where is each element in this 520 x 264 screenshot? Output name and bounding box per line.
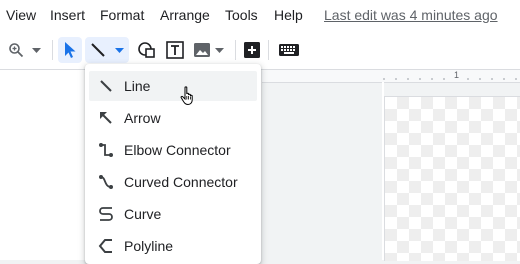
curve-icon <box>99 207 113 221</box>
menu-item-curved-connector[interactable]: Curved Connector <box>89 167 257 197</box>
add-comment-icon <box>244 42 260 58</box>
elbow-connector-icon <box>99 143 113 157</box>
select-icon <box>65 42 76 58</box>
menu-item-arrow[interactable]: Arrow <box>89 103 257 133</box>
menu-help[interactable]: Help <box>274 6 303 24</box>
toolbar-divider <box>52 40 53 60</box>
menu-view[interactable]: View <box>6 6 36 24</box>
menu-item-label: Arrow <box>124 110 161 126</box>
toolbar <box>0 30 520 70</box>
image-button[interactable] <box>190 37 230 63</box>
menu-arrange[interactable]: Arrange <box>160 6 210 24</box>
toolbar-divider <box>235 40 236 60</box>
text-box-icon <box>166 41 184 59</box>
slide-canvas[interactable] <box>384 96 520 261</box>
menu-tools[interactable]: Tools <box>225 6 258 24</box>
menu-item-line[interactable]: Line <box>89 71 257 101</box>
chevron-down-icon <box>215 48 224 53</box>
menu-item-label: Elbow Connector <box>124 142 231 158</box>
toolbar-divider <box>268 40 269 60</box>
hand-cursor-icon <box>180 86 193 106</box>
add-comment-button[interactable] <box>240 37 264 63</box>
chevron-down-icon <box>32 48 41 53</box>
menu-bar: View Insert Format Arrange Tools Help La… <box>0 0 520 30</box>
input-tools-button[interactable] <box>276 37 302 63</box>
menu-item-polyline[interactable]: Polyline <box>89 231 257 261</box>
menu-insert[interactable]: Insert <box>50 6 85 24</box>
line-icon <box>91 43 105 57</box>
line-icon <box>100 80 112 92</box>
shape-button[interactable] <box>134 37 160 63</box>
curved-connector-icon <box>99 175 113 189</box>
menu-item-label: Line <box>124 78 151 94</box>
menu-item-curve[interactable]: Curve <box>89 199 257 229</box>
horizontal-ruler: 1 <box>262 70 520 83</box>
left-panel <box>0 70 86 260</box>
line-tool-button[interactable] <box>85 37 129 63</box>
zoom-button[interactable] <box>4 37 44 63</box>
select-button[interactable] <box>58 37 82 63</box>
last-edit-link[interactable]: Last edit was 4 minutes ago <box>324 6 498 24</box>
ruler-ticks <box>383 78 517 80</box>
zoom-icon <box>9 43 24 58</box>
arrow-icon <box>100 112 112 124</box>
chevron-down-icon <box>115 48 124 53</box>
menu-format[interactable]: Format <box>100 6 144 24</box>
polyline-icon <box>98 239 112 253</box>
shape-icon <box>138 42 155 58</box>
image-icon <box>194 43 210 57</box>
menu-item-label: Polyline <box>124 238 174 254</box>
text-box-button[interactable] <box>162 37 188 63</box>
keyboard-icon <box>279 44 299 56</box>
line-type-menu: Line Arrow Elbow Connector Curved Connec… <box>85 64 261 264</box>
ruler-marker: 1 <box>454 70 460 80</box>
menu-item-label: Curve <box>124 206 162 222</box>
menu-item-elbow-connector[interactable]: Elbow Connector <box>89 135 257 165</box>
menu-item-label: Curved Connector <box>124 174 238 190</box>
